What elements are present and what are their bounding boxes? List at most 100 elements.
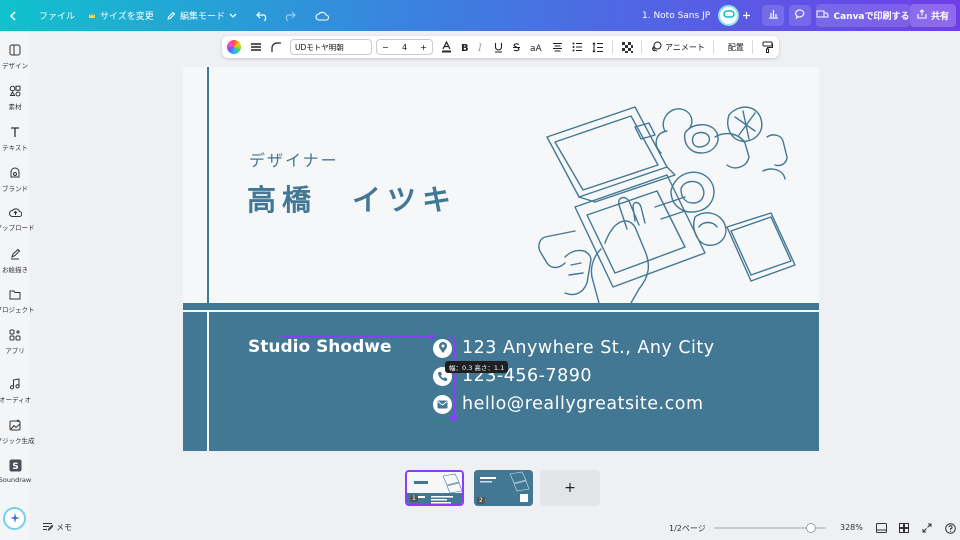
edit-mode-dropdown[interactable]: 編集モード [166,0,237,31]
notes-button[interactable]: メモ [42,522,72,533]
invite-button[interactable] [742,0,751,31]
font-size-value[interactable]: 4 [402,43,407,52]
copy-style-icon[interactable] [762,41,773,53]
grid-view-icon[interactable] [899,523,909,535]
page-number: 1 [410,495,418,502]
transparency-icon[interactable] [622,41,633,53]
undo-button[interactable] [256,0,269,31]
crown-icon [88,12,96,20]
horizontal-band [183,303,819,310]
svg-text:B: B [461,43,469,52]
page-indicator[interactable]: 1/2ページ [669,523,706,534]
sidebar-item-brand[interactable]: ブランド [0,167,30,193]
company-name[interactable]: Studio Shodwe [248,337,392,357]
address-row[interactable]: 123 Anywhere St., Any City [433,336,715,360]
sparkle-icon [9,509,21,528]
avatar[interactable] [718,5,739,26]
redo-button[interactable] [283,0,296,31]
border-style-icon[interactable] [250,42,262,52]
brand-icon [9,167,21,179]
decrease-size-button[interactable]: − [382,43,389,52]
chevron-down-icon [229,13,237,19]
sidebar-item-magic-media[interactable]: マジック生成 [0,419,35,445]
bar-chart-icon [768,9,779,22]
sidebar-item-draw[interactable]: お絵描き [0,248,30,274]
zoom-slider[interactable] [714,523,826,533]
zoom-level[interactable]: 328% [840,523,863,532]
print-button[interactable]: Canvaで印刷する [816,4,910,27]
sidebar-item-uploads[interactable]: アップロード [0,207,35,232]
underline-icon[interactable] [494,42,503,53]
design-canvas[interactable]: デザイナー 高橋 イツキ Studio Shodwe 123 Anywhere … [183,67,819,451]
magic-assistant-button[interactable] [3,507,26,530]
sidebar-item-soundraw[interactable]: S Soundraw [0,459,32,484]
pencil-icon [166,11,176,21]
print-label: Canvaで印刷する [833,12,910,22]
document-title[interactable]: 1. Noto Sans JP [642,0,710,31]
color-picker[interactable] [227,40,241,54]
folder-icon [9,289,21,300]
page-thumbnail-2[interactable]: 2 [474,470,533,506]
sidebar-item-apps[interactable]: アプリ [0,329,30,355]
comments-button[interactable] [789,5,811,26]
share-button[interactable]: 共有 [910,4,956,27]
insights-button[interactable] [762,5,784,26]
email-row[interactable]: hello@reallygreatsite.com [433,392,704,416]
animate-button[interactable]: アニメート [651,41,705,54]
comment-icon [794,9,806,22]
audio-icon [9,378,21,390]
edit-mode-label: 編集モード [180,12,226,22]
animate-label: アニメート [665,42,705,52]
bold-icon[interactable]: B [461,42,469,52]
sidebar-item-design[interactable]: デザイン [0,44,30,70]
file-menu-label: ファイル [39,12,76,22]
text-color-icon[interactable] [441,41,452,53]
left-sidebar: デザイン 素材 テキスト ブランド アップロード お絵描き プロジェクト アプリ… [0,31,35,540]
toolbar-divider [751,40,753,54]
position-button[interactable]: 配置 [728,42,744,53]
corner-rounding-icon[interactable] [271,41,282,53]
chevron-left-icon [9,10,17,21]
file-menu[interactable]: ファイル [39,0,75,31]
sidebar-item-label: オーディオ [0,396,32,404]
bullet-list-icon[interactable] [572,42,583,52]
line-spacing-icon[interactable] [592,41,604,53]
letter-case-icon[interactable]: aA [530,42,543,52]
italic-icon[interactable]: I [478,42,485,52]
apps-icon [9,329,21,341]
resize-label: サイズを変更 [100,12,154,22]
strikethrough-icon[interactable] [512,42,521,53]
page-number: 2 [477,497,485,504]
align-center-icon[interactable] [552,42,563,52]
sidebar-item-projects[interactable]: プロジェクト [0,289,35,314]
zoom-slider-handle[interactable] [806,523,816,533]
increase-size-button[interactable]: + [420,43,427,52]
sidebar-item-label: 素材 [8,103,22,111]
sidebar-item-label: マジック生成 [0,437,35,445]
desk-illustration[interactable] [535,97,819,303]
resize-handle[interactable] [429,334,435,340]
person-name[interactable]: 高橋 イツキ [247,177,457,219]
fullscreen-icon[interactable] [922,523,932,535]
add-page-button[interactable]: + [540,470,600,506]
animate-icon [651,41,662,54]
sidebar-item-text[interactable]: テキスト [0,126,30,152]
home-button[interactable] [9,0,17,31]
sidebar-item-label: Soundraw [0,476,32,484]
font-family-select[interactable]: UDモトヤ明朝 [290,39,372,55]
resize-button[interactable]: サイズを変更 [88,0,154,31]
page-thumbnail-1[interactable]: 1 [405,470,464,506]
page-view-icon[interactable] [876,523,887,535]
text-toolbar: UDモトヤ明朝 − 4 + B I aA アニメート 配置 [222,36,779,58]
job-title[interactable]: デザイナー [249,147,339,171]
redo-icon [283,11,296,21]
selection-frame[interactable] [431,337,455,418]
cloud-save-status[interactable] [315,0,329,31]
sidebar-item-elements[interactable]: 素材 [0,85,30,111]
sidebar-item-audio[interactable]: オーディオ [0,378,32,404]
font-size-stepper[interactable]: − 4 + [376,39,433,55]
help-icon[interactable] [945,523,956,536]
resize-handle[interactable] [451,415,457,421]
soundraw-icon: S [9,459,22,472]
text-icon [9,126,21,138]
